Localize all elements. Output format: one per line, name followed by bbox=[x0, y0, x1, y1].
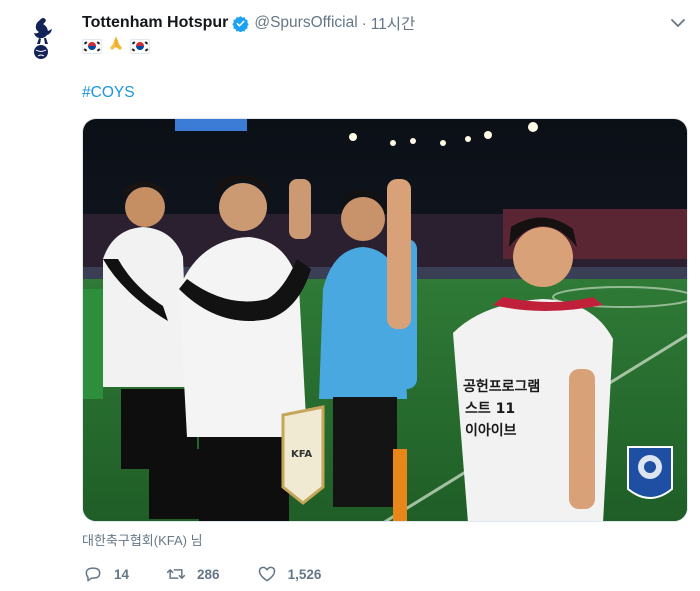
korea-flag-icon bbox=[130, 38, 150, 54]
tweet-photo[interactable]: 공헌프로그램 스트 11 이아이브 KFA bbox=[82, 118, 688, 522]
korea-flag-icon bbox=[82, 38, 102, 54]
praying-hands-icon bbox=[107, 35, 125, 57]
pennant-text: KFA bbox=[291, 449, 312, 460]
tweet-actions: 14 286 1,526 bbox=[82, 562, 357, 586]
chevron-down-icon[interactable] bbox=[670, 16, 686, 28]
retweet-icon bbox=[166, 569, 186, 579]
like-icon bbox=[258, 566, 275, 582]
shirt-text-line-2: 스트 11 bbox=[465, 401, 515, 417]
reply-count: 14 bbox=[114, 566, 130, 582]
retweet-button[interactable]: 286 bbox=[165, 564, 220, 584]
like-count: 1,526 bbox=[287, 566, 322, 582]
separator: · bbox=[361, 14, 367, 32]
reply-icon bbox=[85, 567, 101, 582]
retweet-count: 286 bbox=[197, 566, 220, 582]
like-button[interactable]: 1,526 bbox=[256, 564, 322, 584]
avatar[interactable] bbox=[22, 14, 62, 66]
reply-button[interactable]: 14 bbox=[82, 564, 129, 584]
author-handle[interactable]: @SpursOfficial bbox=[254, 14, 357, 32]
author-name[interactable]: Tottenham Hotspur bbox=[82, 14, 228, 32]
timestamp[interactable]: 11시간 bbox=[371, 12, 416, 34]
spurs-logo-icon bbox=[34, 18, 52, 59]
tweet-emoji-line bbox=[82, 35, 150, 57]
tweet-header: Tottenham Hotspur @SpursOfficial · 11시간 bbox=[82, 11, 700, 35]
shirt-text-line-1: 공헌프로그램 bbox=[463, 378, 540, 395]
verified-badge-icon bbox=[232, 15, 250, 32]
shirt-text-line-3: 이아이브 bbox=[465, 422, 517, 439]
hashtag-link[interactable]: #COYS bbox=[82, 84, 135, 102]
photo-tag[interactable]: 대한축구협회(KFA) 님 bbox=[82, 530, 203, 549]
kfa-crest-icon bbox=[627, 446, 673, 499]
